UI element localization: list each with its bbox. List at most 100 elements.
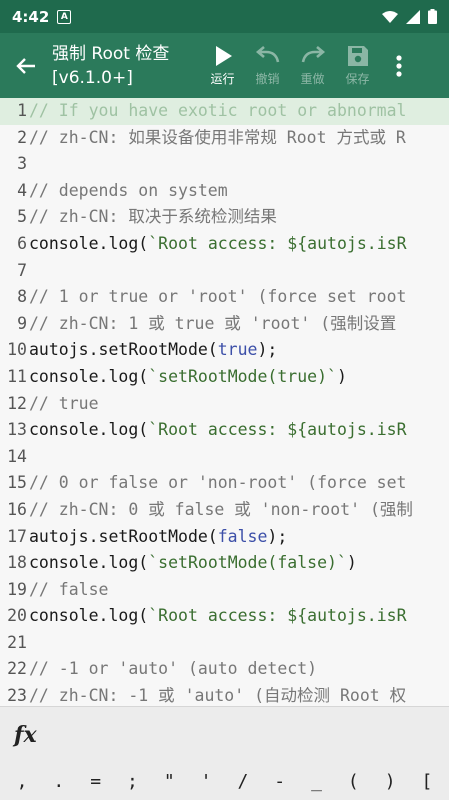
code-token: // false — [29, 579, 109, 599]
line-code: // zh-CN: 1 或 true 或 'root' (强制设置 — [29, 311, 396, 338]
symbol-key[interactable]: . — [45, 771, 73, 792]
undo-button[interactable]: 撤销 — [245, 44, 290, 87]
line-number: 2 — [17, 127, 27, 147]
line-code: console.log(`setRootMode(false)`) — [29, 550, 357, 577]
code-token: autojs.setRootMode( — [29, 340, 218, 360]
line-number: 12 — [7, 393, 27, 413]
symbol-key[interactable]: ; — [118, 771, 146, 792]
code-line[interactable]: 17 autojs.setRootMode(false); — [0, 524, 449, 551]
code-token: false — [217, 526, 268, 546]
function-insert-button[interactable]: fx — [14, 722, 37, 748]
line-number: 17 — [7, 526, 27, 546]
line-number: 20 — [7, 606, 27, 626]
code-line[interactable]: 6 console.log(`Root access: ${autojs.isR — [0, 231, 449, 258]
undo-icon — [255, 46, 279, 63]
symbol-key[interactable]: ) — [376, 771, 404, 792]
more-options-button[interactable] — [384, 33, 414, 98]
code-line[interactable]: 3 — [0, 151, 449, 178]
code-token: autojs.setRootMode( — [29, 526, 218, 546]
symbol-key[interactable]: - — [266, 771, 294, 792]
redo-button[interactable]: 重做 — [290, 44, 335, 87]
line-code: // zh-CN: 如果设备使用非常规 Root 方式或 R — [29, 125, 406, 152]
code-line[interactable]: 9// zh-CN: 1 或 true 或 'root' (强制设置 — [0, 311, 449, 338]
redo-icon — [301, 46, 325, 63]
code-token: `setRootMode(true)` — [148, 366, 337, 386]
code-line[interactable]: 7 — [0, 258, 449, 285]
code-line[interactable]: 21 — [0, 630, 449, 657]
line-code: // depends on system — [29, 178, 228, 205]
code-line[interactable]: 8// 1 or true or 'root' (force set root — [0, 284, 449, 311]
code-line[interactable]: 1// If you have exotic root or abnormal — [0, 98, 449, 125]
line-code: // zh-CN: 取决于系统检测结果 — [29, 204, 277, 231]
code-token: `Root access: ${autojs.isR — [148, 606, 407, 626]
line-code: // If you have exotic root or abnormal — [29, 98, 407, 125]
page-title: 强制 Root 检查 [v6.1.0+] — [52, 43, 170, 88]
symbol-key[interactable]: ' — [192, 771, 220, 792]
code-line[interactable]: 12// true — [0, 391, 449, 418]
line-code: // true — [29, 391, 99, 418]
editor-toolbar: 强制 Root 检查 [v6.1.0+] 运行 撤销 重做 保存 — [0, 33, 449, 98]
symbol-key[interactable]: " — [155, 771, 183, 792]
code-line[interactable]: 16// zh-CN: 0 或 false 或 'non-root' (强制 — [0, 497, 449, 524]
line-number: 8 — [17, 287, 27, 307]
app-notification-icon: A — [57, 9, 72, 24]
line-code: // -1 or 'auto' (auto detect) — [29, 656, 317, 683]
code-editor[interactable]: 1// If you have exotic root or abnormal 2… — [0, 98, 449, 706]
code-token: // zh-CN: 1 或 true 或 'root' (强制设置 — [29, 313, 397, 333]
symbol-key[interactable]: / — [229, 771, 257, 792]
line-number: 7 — [17, 260, 27, 280]
save-label: 保存 — [345, 72, 370, 86]
symbol-bar: ,. =; " ' / - _ () [ — [0, 762, 449, 800]
symbol-key[interactable]: , — [8, 771, 36, 792]
line-code: console.log(`Root access: ${autojs.isR — [29, 603, 407, 630]
battery-icon — [428, 9, 437, 24]
line-number: 19 — [7, 579, 27, 599]
code-token: // zh-CN: 如果设备使用非常规 Root 方式或 R — [29, 127, 406, 147]
code-line[interactable]: 15// 0 or false or 'non-root' (force set — [0, 470, 449, 497]
code-token: console.log( — [29, 233, 149, 253]
arrow-left-icon — [16, 57, 35, 74]
line-code: // zh-CN: 0 或 false 或 'non-root' (强制 — [29, 497, 413, 524]
line-number: 11 — [7, 366, 27, 386]
code-token: `Root access: ${autojs.isR — [148, 233, 407, 253]
code-line[interactable]: 20 console.log(`Root access: ${autojs.isR — [0, 603, 449, 630]
save-button[interactable]: 保存 — [335, 44, 380, 87]
code-line[interactable]: 10 autojs.setRootMode(true); — [0, 337, 449, 364]
code-line[interactable]: 23// zh-CN: -1 或 'auto' (自动检测 Root 权 — [0, 683, 449, 706]
code-line[interactable]: 2// zh-CN: 如果设备使用非常规 Root 方式或 R — [0, 125, 449, 152]
run-button[interactable]: 运行 — [200, 44, 245, 87]
cellular-signal-icon — [406, 9, 420, 24]
line-number: 21 — [7, 632, 27, 652]
back-button[interactable] — [0, 33, 52, 98]
line-number: 15 — [7, 473, 27, 493]
code-line[interactable]: 14 — [0, 444, 449, 471]
redo-label: 重做 — [300, 72, 325, 86]
function-bar: fx — [0, 706, 449, 762]
line-number: 6 — [17, 233, 27, 253]
code-line[interactable]: 4// depends on system — [0, 178, 449, 205]
undo-label: 撤销 — [255, 72, 280, 86]
code-line[interactable]: 11 console.log(`setRootMode(true)`) — [0, 364, 449, 391]
status-time: 4:42 — [12, 7, 50, 26]
status-bar: 4:42 A — [0, 0, 449, 33]
code-token: `setRootMode(false)` — [148, 553, 347, 573]
symbol-key[interactable]: = — [82, 771, 110, 792]
run-label: 运行 — [210, 72, 235, 86]
line-number: 5 — [17, 207, 27, 227]
symbol-key[interactable]: _ — [303, 771, 331, 792]
code-token: ); — [267, 526, 288, 546]
code-token: // If you have exotic root or abnormal — [29, 101, 407, 120]
code-token: // -1 or 'auto' (auto detect) — [29, 659, 318, 679]
code-token: // 1 or true or 'root' (force set root — [29, 287, 407, 307]
symbol-key[interactable]: ( — [339, 771, 367, 792]
code-line[interactable]: 18 console.log(`setRootMode(false)`) — [0, 550, 449, 577]
line-code: // zh-CN: -1 或 'auto' (自动检测 Root 权 — [29, 683, 406, 706]
line-number: 22 — [7, 659, 27, 679]
code-token: // true — [29, 393, 99, 413]
code-line[interactable]: 13 console.log(`Root access: ${autojs.isR — [0, 417, 449, 444]
symbol-key[interactable]: [ — [413, 771, 441, 792]
code-line[interactable]: 19// false — [0, 577, 449, 604]
line-number: 1 — [17, 101, 27, 120]
code-line[interactable]: 5// zh-CN: 取决于系统检测结果 — [0, 204, 449, 231]
code-line[interactable]: 22// -1 or 'auto' (auto detect) — [0, 656, 449, 683]
